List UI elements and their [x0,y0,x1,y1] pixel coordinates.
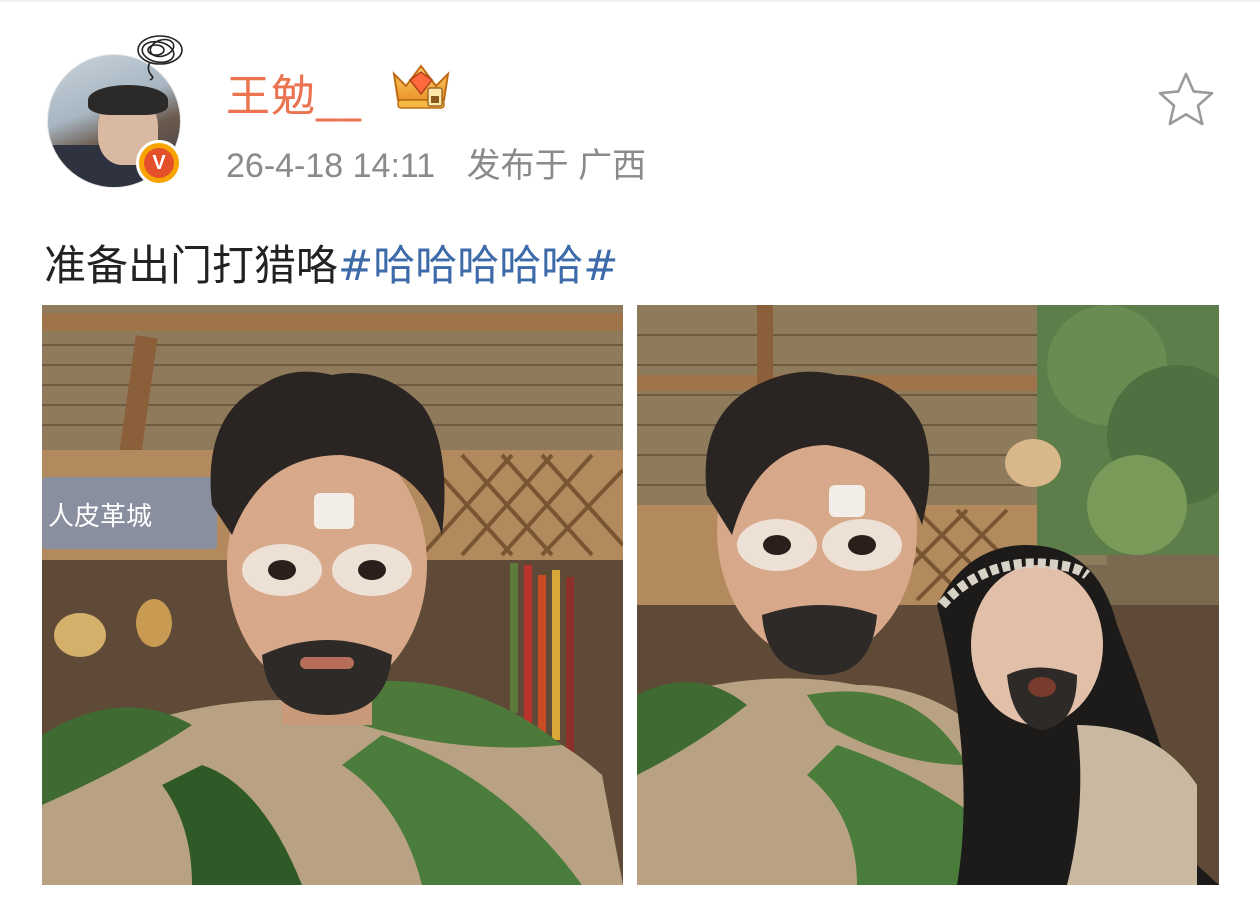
location-prefix: 发布于 [466,147,569,185]
photo-1-illustration: 人皮革城 [42,305,623,885]
username-link[interactable]: 王勉__ [226,60,362,124]
verified-badge-label: V [144,148,174,178]
top-divider [0,0,1260,2]
post-timestamp: 26-4-18 14:11 [226,147,436,185]
sign-text: 人皮革城 [48,502,152,532]
post-body: 准备出门打猎咯 [44,241,339,290]
post-image-1[interactable]: 人皮革城 [42,305,623,885]
post-meta: 26-4-18 14:11 发布于 广西 [226,138,646,187]
post-location: 广西 [578,147,647,185]
post-text: 准备出门打猎咯#哈哈哈哈哈# [44,232,618,293]
verified-v-icon: V [136,140,182,186]
scribble-icon [137,35,183,81]
photo-2-illustration [637,305,1219,885]
post-image-2[interactable] [637,305,1219,885]
star-outline-icon[interactable] [1156,70,1216,128]
hashtag-link[interactable]: #哈哈哈哈哈# [338,241,618,290]
crown-badge-icon[interactable] [388,60,454,112]
